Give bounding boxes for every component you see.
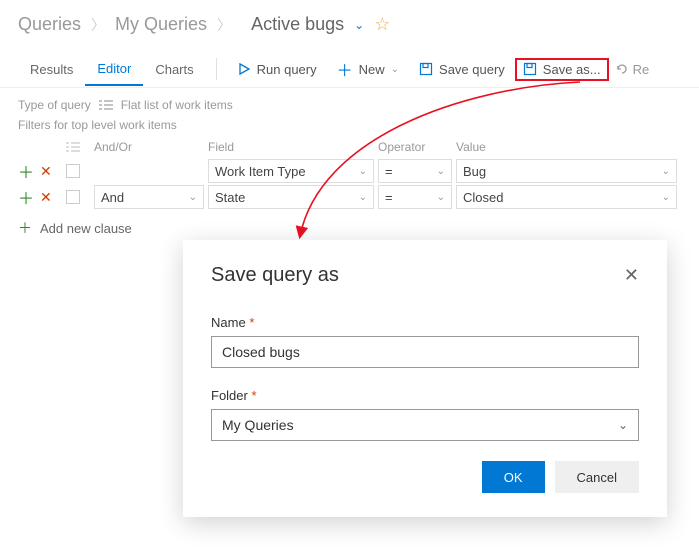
chevron-down-icon[interactable]: ⌄ — [354, 18, 364, 32]
value-value: Closed — [463, 190, 503, 205]
operator-select[interactable]: =⌄ — [378, 185, 452, 209]
header-operator: Operator — [378, 140, 456, 154]
toolbar: Results Editor Charts Run query ＋ New ⌄ … — [0, 45, 699, 88]
field-value: Work Item Type — [215, 164, 306, 179]
new-button[interactable]: ＋ New ⌄ — [327, 51, 409, 87]
chevron-down-icon: ⌄ — [189, 192, 197, 203]
save-as-icon — [523, 62, 537, 76]
chevron-down-icon: ⌄ — [437, 166, 445, 177]
save-icon — [419, 62, 433, 76]
save-as-label: Save as... — [543, 62, 601, 77]
clause-row: ＋ ✕ Work Item Type⌄ =⌄ Bug⌄ — [18, 158, 681, 184]
run-query-button[interactable]: Run query — [227, 56, 327, 83]
revert-label: Re — [633, 62, 650, 77]
grid-header: And/Or Field Operator Value — [18, 136, 681, 158]
breadcrumb: Queries 〉 My Queries 〉 Active bugs ⌄ ☆ — [0, 0, 699, 45]
clause-row: ＋ ✕ And⌄ State⌄ =⌄ Closed⌄ — [18, 184, 681, 210]
save-query-as-dialog: Save query as ✕ Name * Closed bugs Folde… — [183, 240, 667, 517]
header-value: Value — [456, 140, 681, 154]
folder-label: Folder * — [211, 388, 639, 403]
andor-select[interactable]: And ⌄ — [94, 185, 204, 209]
save-as-button[interactable]: Save as... — [515, 58, 609, 81]
chevron-right-icon: 〉 — [91, 15, 105, 35]
add-clause-icon[interactable]: ＋ — [18, 159, 34, 183]
save-query-button[interactable]: Save query — [409, 56, 515, 83]
star-icon[interactable]: ☆ — [374, 14, 390, 35]
name-input[interactable]: Closed bugs — [211, 336, 639, 368]
plus-icon: ＋ — [337, 57, 353, 81]
add-new-clause-label: Add new clause — [40, 221, 132, 236]
list-icon — [66, 141, 80, 153]
chevron-down-icon: ⌄ — [391, 64, 399, 75]
operator-value: = — [385, 164, 393, 179]
chevron-down-icon: ⌄ — [437, 192, 445, 203]
chevron-right-icon: 〉 — [217, 15, 231, 35]
andor-value: And — [101, 190, 124, 205]
name-value: Closed bugs — [222, 344, 300, 360]
tab-results[interactable]: Results — [18, 54, 85, 85]
breadcrumb-root[interactable]: Queries — [18, 14, 81, 35]
folder-select[interactable]: My Queries ⌄ — [211, 409, 639, 441]
tab-editor[interactable]: Editor — [85, 53, 143, 86]
revert-button[interactable]: Re — [615, 62, 650, 77]
query-type-label: Type of query — [18, 98, 91, 112]
tab-charts[interactable]: Charts — [143, 54, 205, 85]
operator-value: = — [385, 190, 393, 205]
chevron-down-icon: ⌄ — [359, 192, 367, 203]
value-select[interactable]: Bug ⌄ — [456, 159, 677, 183]
ok-button[interactable]: OK — [482, 461, 545, 493]
clause-checkbox[interactable] — [66, 190, 80, 204]
clause-checkbox[interactable] — [66, 164, 80, 178]
name-label: Name * — [211, 315, 639, 330]
operator-select[interactable]: =⌄ — [378, 159, 452, 183]
plus-icon: ＋ — [18, 218, 32, 238]
play-icon — [237, 62, 251, 76]
field-select[interactable]: Work Item Type ⌄ — [208, 159, 374, 183]
header-andor: And/Or — [94, 140, 208, 154]
chevron-down-icon: ⌄ — [662, 192, 670, 203]
add-clause-icon[interactable]: ＋ — [18, 185, 34, 209]
save-query-label: Save query — [439, 62, 505, 77]
chevron-down-icon: ⌄ — [662, 166, 670, 177]
new-label: New — [359, 62, 385, 77]
run-query-label: Run query — [257, 62, 317, 77]
query-type-value[interactable]: Flat list of work items — [121, 98, 233, 112]
separator — [216, 58, 217, 80]
cancel-button[interactable]: Cancel — [555, 461, 639, 493]
field-select[interactable]: State ⌄ — [208, 185, 374, 209]
flat-list-icon — [99, 99, 113, 111]
header-field: Field — [208, 140, 378, 154]
value-select[interactable]: Closed ⌄ — [456, 185, 677, 209]
filters-label: Filters for top level work items — [0, 118, 699, 136]
value-value: Bug — [463, 164, 486, 179]
remove-clause-icon[interactable]: ✕ — [40, 189, 52, 206]
remove-clause-icon[interactable]: ✕ — [40, 163, 52, 180]
dialog-title: Save query as — [211, 264, 339, 287]
undo-icon — [615, 62, 629, 76]
clause-grid: And/Or Field Operator Value ＋ ✕ Work Ite… — [0, 136, 699, 210]
breadcrumb-current: Active bugs — [251, 14, 344, 35]
close-icon[interactable]: ✕ — [624, 265, 639, 286]
field-value: State — [215, 190, 245, 205]
folder-value: My Queries — [222, 417, 294, 433]
breadcrumb-my-queries[interactable]: My Queries — [115, 14, 207, 35]
chevron-down-icon: ⌄ — [618, 418, 628, 432]
chevron-down-icon: ⌄ — [359, 166, 367, 177]
query-type-row: Type of query Flat list of work items — [0, 88, 699, 118]
